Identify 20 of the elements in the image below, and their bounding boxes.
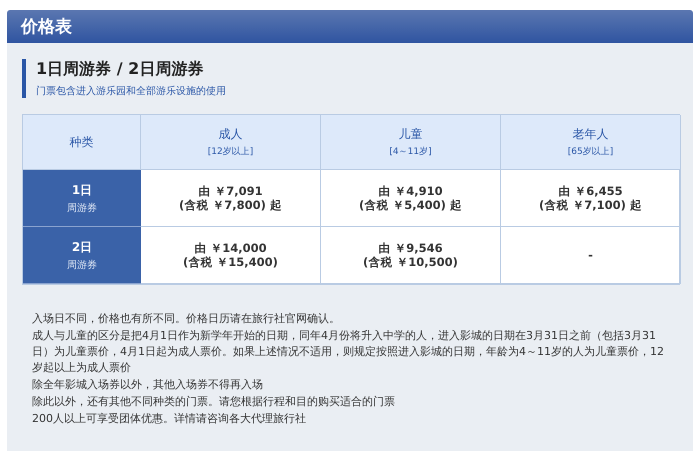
column-header: 成人 [12岁以上] [141, 115, 321, 170]
note-text: 除全年影城入场券以外，其他入场券不得再入场 [32, 377, 264, 393]
note-text: 除此以外，还有其他不同种类的门票。请您根据行程和目的购买适合的门票 [32, 394, 396, 410]
section-subtitle: 门票包含进入游乐园和全部游乐设施的使用 [36, 84, 227, 98]
column-header: 老年人 [65岁以上] [501, 115, 681, 170]
price-cell: 由 ￥6,455 (含税 ￥7,100) 起 [501, 170, 681, 227]
price-cell: 由 ￥4,910 (含税 ￥5,400) 起 [321, 170, 501, 227]
column-header: 儿童 [4～11岁] [321, 115, 501, 170]
page-title: 价格表 [21, 16, 72, 38]
note-text: 成人与儿童的区分是把4月1日作为新学年开始的日期，同年4月份将升入中学的人，进入影城的日期在3月31日之前（包括3月31日）为儿童票价，4月1日起为成人票价。如果上述情况不适用，则规定按照进入影城的日期，年龄为4～11岁的人为儿童票价，12岁起以上为成人票价 [32, 328, 665, 376]
price-cell: - [501, 227, 681, 284]
price-cell: 由 ￥14,000 (含税 ￥15,400) [141, 227, 321, 284]
note-text: 入场日不同，价格也有所不同。价格日历请在旅行社官网确认。 [32, 311, 341, 327]
price-cell: 由 ￥9,546 (含税 ￥10,500) [321, 227, 501, 284]
section-title: 1日周游券 / 2日周游券 [36, 59, 204, 80]
header-cell: 种类 [23, 115, 141, 170]
row-header: 2日 周游券 [23, 227, 141, 284]
row-header: 1日 周游券 [23, 170, 141, 227]
price-cell: 由 ￥7,091 (含税 ￥7,800) 起 [141, 170, 321, 227]
note-text: 200人以上可享受团体优惠。详情请咨询各大代理旅行社 [32, 411, 307, 427]
